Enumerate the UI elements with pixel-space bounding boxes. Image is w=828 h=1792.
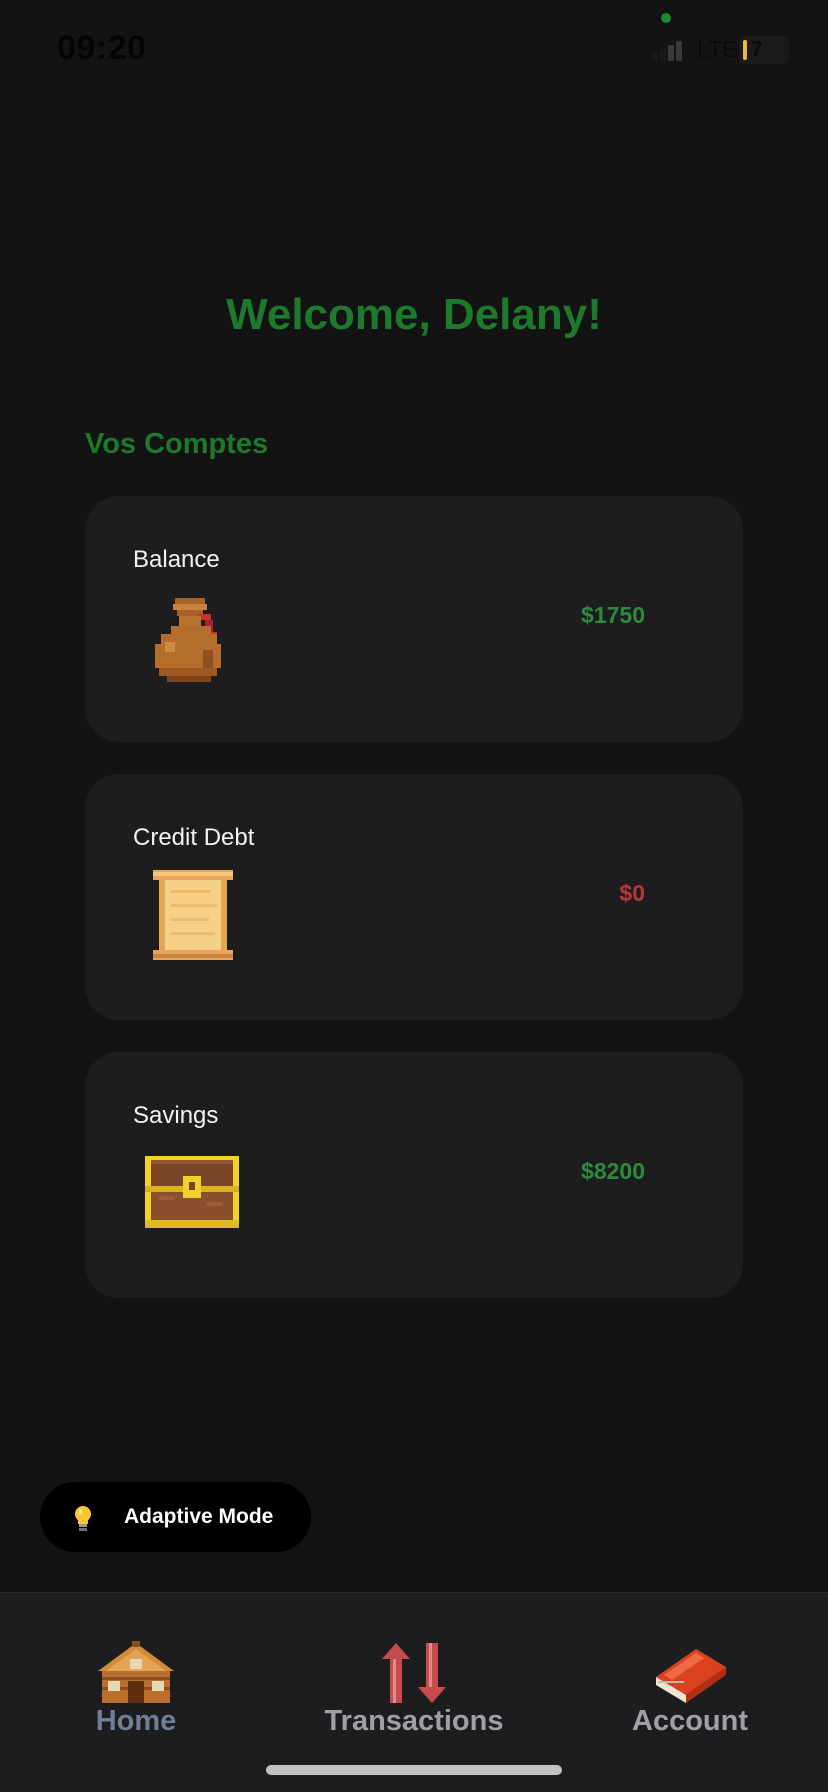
- treasure-chest-icon: [145, 1154, 239, 1250]
- tab-account-label: Account: [632, 1705, 748, 1737]
- savings-label: Savings: [133, 1102, 219, 1129]
- accounts-section-title: Vos Comptes: [85, 428, 269, 460]
- savings-value: $8200: [581, 1158, 645, 1184]
- cellular-signal-icon: [652, 39, 682, 61]
- money-bag-icon: [147, 596, 233, 692]
- status-time: 09:20: [57, 29, 147, 67]
- home-indicator[interactable]: [266, 1765, 562, 1775]
- credit-debt-value: $0: [619, 880, 645, 906]
- tab-transactions[interactable]: Transactions: [304, 1593, 524, 1743]
- bottom-tab-bar: Home Transactions Account: [0, 1592, 828, 1792]
- adaptive-mode-button[interactable]: Adaptive Mode: [40, 1482, 311, 1552]
- tab-account[interactable]: Account: [610, 1593, 770, 1743]
- balance-card[interactable]: Balance $1750: [85, 496, 743, 742]
- scroll-icon: [151, 868, 237, 964]
- adaptive-mode-label: Adaptive Mode: [124, 1505, 274, 1528]
- house-icon: [96, 1641, 176, 1705]
- credit-debt-card[interactable]: Credit Debt $0: [85, 774, 743, 1020]
- tab-home-label: Home: [95, 1705, 177, 1737]
- network-type: LTE: [697, 36, 738, 62]
- balance-label: Balance: [133, 546, 220, 573]
- credit-debt-label: Credit Debt: [133, 824, 255, 851]
- book-icon: [650, 1641, 730, 1705]
- up-down-arrows-icon: [374, 1641, 454, 1705]
- battery-icon: 7: [739, 36, 789, 64]
- tab-transactions-label: Transactions: [324, 1705, 504, 1737]
- savings-card[interactable]: Savings $8200: [85, 1052, 743, 1298]
- home-screen: 09:20 LTE 7 Welcome, Delany! Vos Comptes…: [0, 0, 828, 1792]
- battery-level: 7: [751, 38, 763, 61]
- status-bar: 09:20 LTE 7: [0, 0, 828, 100]
- camera-indicator-dot: [661, 13, 671, 23]
- balance-value: $1750: [581, 602, 645, 628]
- lightbulb-icon: [73, 1504, 93, 1532]
- welcome-title: Welcome, Delany!: [226, 290, 602, 339]
- tab-home[interactable]: Home: [56, 1593, 216, 1743]
